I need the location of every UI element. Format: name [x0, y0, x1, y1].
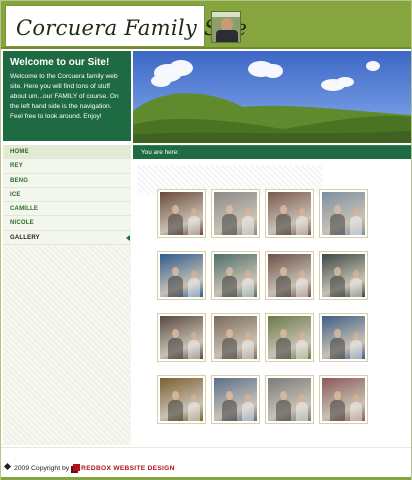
photo-image: [214, 192, 257, 235]
active-arrow-icon: [126, 234, 130, 241]
gallery-photo[interactable]: [157, 375, 206, 424]
site-footer: 2009 Copyright by REDBOX WEBSITE DESIGN: [1, 447, 411, 480]
gallery-photo[interactable]: [211, 189, 260, 238]
nav-item-home[interactable]: HOME: [3, 145, 131, 160]
bullet-icon: [3, 462, 12, 471]
gallery-photo[interactable]: [319, 189, 368, 238]
copyright-text: 2009 Copyright by: [14, 465, 70, 472]
photo-image: [322, 378, 365, 421]
site-header: Corcuera Family Site: [1, 1, 411, 49]
nav-label: NICOLE: [10, 220, 34, 227]
nav-label: BENG: [10, 177, 29, 184]
gallery-photo[interactable]: [157, 189, 206, 238]
nav-item-ice[interactable]: ICE: [3, 188, 131, 203]
photo-image: [268, 378, 311, 421]
photo-image: [322, 192, 365, 235]
breadcrumb-label: You are here:: [141, 149, 180, 156]
gallery-photo[interactable]: [265, 251, 314, 300]
photo-image: [268, 192, 311, 235]
side-navigation: HOME REY BENG ICE CAMILLE NICOLE GALLERY: [3, 145, 131, 445]
nav-label: ICE: [10, 191, 21, 198]
photo-image: [268, 316, 311, 359]
landscape-illustration: [133, 60, 411, 143]
gallery-photo[interactable]: [265, 189, 314, 238]
welcome-panel: Welcome to our Site! Welcome to the Corc…: [3, 51, 131, 141]
breadcrumb: You are here:: [133, 145, 411, 159]
header-family-photo: [211, 11, 241, 43]
page-frame: Corcuera Family Site Welcome to our Site…: [0, 0, 412, 480]
landscape-banner: [133, 51, 411, 143]
photo-image: [160, 254, 203, 297]
gallery-photo[interactable]: [211, 375, 260, 424]
gallery-photo[interactable]: [319, 313, 368, 362]
nav-item-gallery[interactable]: GALLERY: [3, 231, 131, 246]
nav-item-camille[interactable]: CAMILLE: [3, 202, 131, 217]
photo-image: [160, 316, 203, 359]
photo-image: [214, 378, 257, 421]
gallery-photo[interactable]: [319, 251, 368, 300]
designer-link[interactable]: REDBOX WEBSITE DESIGN: [81, 465, 175, 472]
footer-credit: 2009 Copyright by REDBOX WEBSITE DESIGN: [3, 462, 175, 472]
gallery-photo[interactable]: [319, 375, 368, 424]
site-title-box: Corcuera Family Site: [5, 5, 247, 47]
nav-label: GALLERY: [10, 234, 40, 241]
gallery-photo[interactable]: [265, 313, 314, 362]
nav-label: REY: [10, 163, 23, 170]
welcome-heading: Welcome to our Site!: [10, 57, 110, 68]
photo-image: [160, 192, 203, 235]
gallery-photo[interactable]: [265, 375, 314, 424]
photo-image: [214, 316, 257, 359]
photo-image: [214, 254, 257, 297]
nav-item-nicole[interactable]: NICOLE: [3, 216, 131, 231]
nav-item-beng[interactable]: BENG: [3, 174, 131, 188]
nav-item-rey[interactable]: REY: [3, 159, 131, 174]
photo-image: [322, 316, 365, 359]
nav-label: CAMILLE: [10, 206, 39, 213]
redbox-logo-icon: [73, 464, 81, 471]
gallery-photo[interactable]: [157, 313, 206, 362]
nav-label: HOME: [10, 149, 29, 155]
nav-background-pattern: [3, 245, 131, 445]
welcome-text: Welcome to the Corcuera family web site.…: [10, 73, 119, 120]
gallery-photo[interactable]: [157, 251, 206, 300]
photo-image: [160, 378, 203, 421]
gallery-photo[interactable]: [211, 251, 260, 300]
gallery-photo[interactable]: [211, 313, 260, 362]
photo-image: [268, 254, 311, 297]
photo-image: [322, 254, 365, 297]
